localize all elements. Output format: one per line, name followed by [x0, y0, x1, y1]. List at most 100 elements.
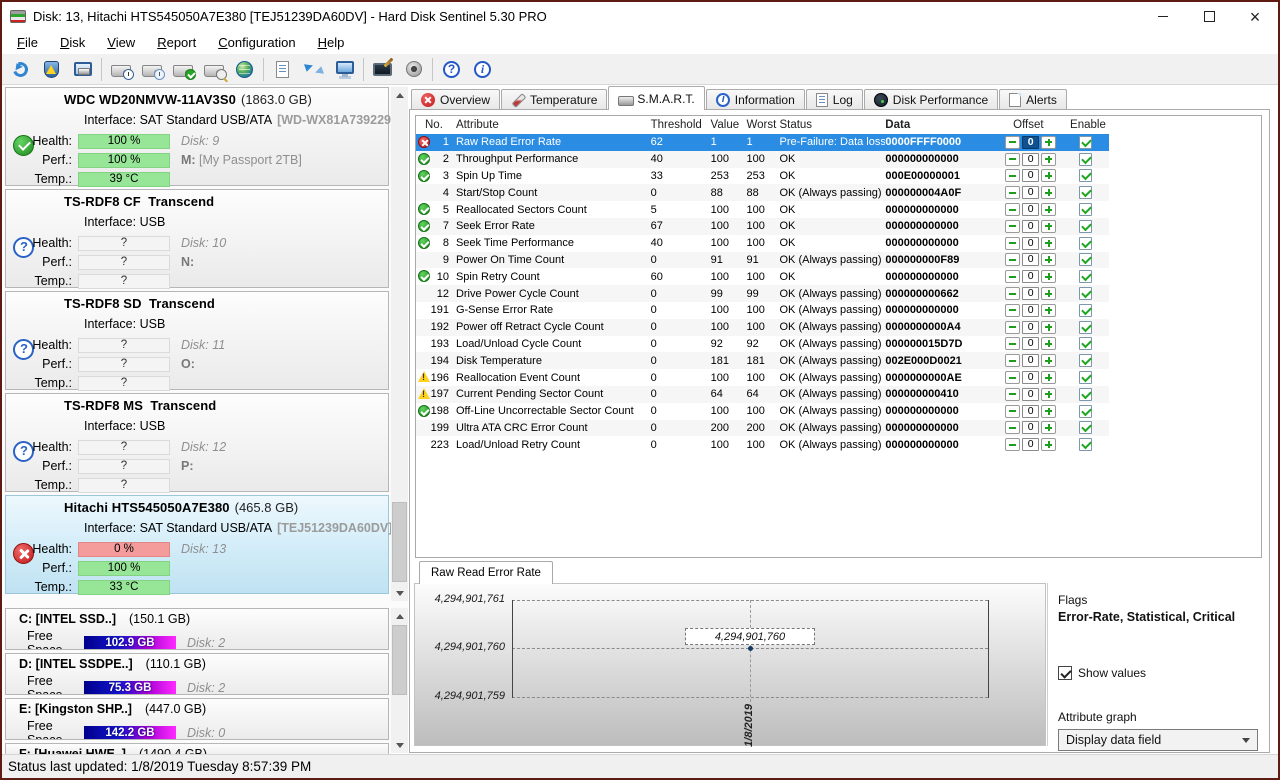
column-header-worst[interactable]: Worst: [744, 119, 780, 131]
toolbar-info-button[interactable]: [467, 56, 498, 83]
offset-increase-button[interactable]: [1041, 421, 1056, 434]
offset-decrease-button[interactable]: [1005, 287, 1020, 300]
offset-increase-button[interactable]: [1041, 169, 1056, 182]
enable-checkbox[interactable]: [1079, 388, 1092, 401]
close-button[interactable]: [1232, 2, 1278, 31]
column-header-offset[interactable]: Offset: [999, 119, 1061, 131]
table-row[interactable]: 196Reallocation Event Count0100100OK (Al…: [416, 369, 1261, 386]
offset-decrease-button[interactable]: [1005, 337, 1020, 350]
enable-checkbox[interactable]: [1079, 186, 1092, 199]
column-header-value[interactable]: Value: [708, 119, 744, 131]
toolbar-diskmon-button[interactable]: [67, 56, 98, 83]
menu-item-view[interactable]: View: [96, 32, 146, 53]
partition-panel[interactable]: E: [Kingston SHP..](447.0 GB)Free Space1…: [5, 698, 389, 740]
attribute-graph-tab[interactable]: Raw Read Error Rate: [419, 561, 553, 584]
offset-increase-button[interactable]: [1041, 153, 1056, 166]
partition-panel[interactable]: C: [INTEL SSD..](150.1 GB)Free Space102.…: [5, 608, 389, 650]
table-row[interactable]: 9Power On Time Count09191OK (Always pass…: [416, 252, 1261, 269]
toolbar-drive-clock-button[interactable]: [105, 56, 136, 83]
enable-checkbox[interactable]: [1079, 421, 1092, 434]
toolbar-report-button[interactable]: [267, 56, 298, 83]
table-row[interactable]: 223Load/Unload Retry Count0100100OK (Alw…: [416, 436, 1261, 453]
offset-increase-button[interactable]: [1041, 405, 1056, 418]
menu-item-help[interactable]: Help: [307, 32, 356, 53]
tab-information[interactable]: Information: [706, 89, 805, 110]
column-header-data[interactable]: Data: [885, 119, 999, 131]
enable-checkbox[interactable]: [1079, 287, 1092, 300]
scroll-up-button[interactable]: [391, 87, 408, 103]
table-row[interactable]: 2Throughput Performance40100100OK0000000…: [416, 151, 1261, 168]
column-header-threshold[interactable]: Threshold: [648, 119, 708, 131]
enable-checkbox[interactable]: [1079, 136, 1092, 149]
offset-increase-button[interactable]: [1041, 371, 1056, 384]
scroll-down-button[interactable]: [391, 737, 408, 753]
offset-increase-button[interactable]: [1041, 438, 1056, 451]
offset-decrease-button[interactable]: [1005, 270, 1020, 283]
offset-decrease-button[interactable]: [1005, 153, 1020, 166]
enable-checkbox[interactable]: [1079, 337, 1092, 350]
table-row[interactable]: 191G-Sense Error Rate0100100OK (Always p…: [416, 302, 1261, 319]
disk-panel[interactable]: WDC WD20NMVW-11AV3S0(1863.0 GB)Interface…: [5, 87, 389, 186]
toolbar-globe-button[interactable]: [229, 56, 260, 83]
table-row[interactable]: 3Spin Up Time33253253OK000E000000010: [416, 168, 1261, 185]
enable-checkbox[interactable]: [1079, 304, 1092, 317]
offset-decrease-button[interactable]: [1005, 304, 1020, 317]
toolbar-netpc-button[interactable]: [329, 56, 360, 83]
column-header-no[interactable]: No.: [416, 116, 452, 134]
enable-checkbox[interactable]: [1079, 270, 1092, 283]
partition-list-scrollbar[interactable]: [391, 608, 408, 753]
disk-panel[interactable]: Hitachi HTS545050A7E380(465.8 GB)Interfa…: [5, 495, 389, 594]
offset-increase-button[interactable]: [1041, 388, 1056, 401]
toolbar-speaker-button[interactable]: [398, 56, 429, 83]
table-row[interactable]: 192Power off Retract Cycle Count0100100O…: [416, 319, 1261, 336]
menu-item-configuration[interactable]: Configuration: [207, 32, 306, 53]
offset-decrease-button[interactable]: [1005, 169, 1020, 182]
offset-decrease-button[interactable]: [1005, 421, 1020, 434]
offset-decrease-button[interactable]: [1005, 405, 1020, 418]
column-header-attribute[interactable]: Attribute: [452, 119, 648, 131]
tab-log[interactable]: Log: [806, 89, 863, 110]
table-row[interactable]: 198Off-Line Uncorrectable Sector Count01…: [416, 403, 1261, 420]
table-row[interactable]: 4Start/Stop Count08888OK (Always passing…: [416, 184, 1261, 201]
table-row[interactable]: 1Raw Read Error Rate6211Pre-Failure: Dat…: [416, 134, 1261, 151]
offset-decrease-button[interactable]: [1005, 220, 1020, 233]
disk-panel[interactable]: TS-RDF8 CF TranscendInterface: USBHealth…: [5, 189, 389, 288]
toolbar-problems-button[interactable]: [36, 56, 67, 83]
offset-increase-button[interactable]: [1041, 237, 1056, 250]
toolbar-drive-find-button[interactable]: [198, 56, 229, 83]
toolbar-sync-button[interactable]: [298, 56, 329, 83]
enable-checkbox[interactable]: [1079, 371, 1092, 384]
enable-checkbox[interactable]: [1079, 153, 1092, 166]
attribute-graph-select[interactable]: Display data field: [1058, 729, 1258, 751]
offset-increase-button[interactable]: [1041, 220, 1056, 233]
disk-list-scrollbar[interactable]: [391, 87, 408, 601]
table-row[interactable]: 12Drive Power Cycle Count09999OK (Always…: [416, 285, 1261, 302]
minimize-button[interactable]: [1140, 2, 1186, 31]
tab-temperature[interactable]: Temperature: [501, 89, 607, 110]
menu-item-disk[interactable]: Disk: [49, 32, 96, 53]
offset-increase-button[interactable]: [1041, 270, 1056, 283]
enable-checkbox[interactable]: [1079, 237, 1092, 250]
offset-increase-button[interactable]: [1041, 186, 1056, 199]
table-row[interactable]: 197Current Pending Sector Count06464OK (…: [416, 386, 1261, 403]
offset-decrease-button[interactable]: [1005, 321, 1020, 334]
offset-decrease-button[interactable]: [1005, 388, 1020, 401]
table-row[interactable]: 5Reallocated Sectors Count5100100OK00000…: [416, 201, 1261, 218]
tab-s-m-a-r-t-[interactable]: S.M.A.R.T.: [608, 86, 704, 110]
maximize-button[interactable]: [1186, 2, 1232, 31]
enable-checkbox[interactable]: [1079, 253, 1092, 266]
scrollbar-thumb[interactable]: [392, 625, 407, 695]
table-row[interactable]: 199Ultra ATA CRC Error Count0200200OK (A…: [416, 420, 1261, 437]
offset-increase-button[interactable]: [1041, 253, 1056, 266]
enable-checkbox[interactable]: [1079, 220, 1092, 233]
offset-increase-button[interactable]: [1041, 354, 1056, 367]
table-row[interactable]: 193Load/Unload Cycle Count09292OK (Alway…: [416, 336, 1261, 353]
scrollbar-thumb[interactable]: [392, 502, 407, 582]
offset-increase-button[interactable]: [1041, 337, 1056, 350]
offset-increase-button[interactable]: [1041, 203, 1056, 216]
offset-increase-button[interactable]: [1041, 304, 1056, 317]
table-row[interactable]: 7Seek Error Rate67100100OK0000000000000: [416, 218, 1261, 235]
enable-checkbox[interactable]: [1079, 438, 1092, 451]
offset-decrease-button[interactable]: [1005, 354, 1020, 367]
enable-checkbox[interactable]: [1079, 203, 1092, 216]
